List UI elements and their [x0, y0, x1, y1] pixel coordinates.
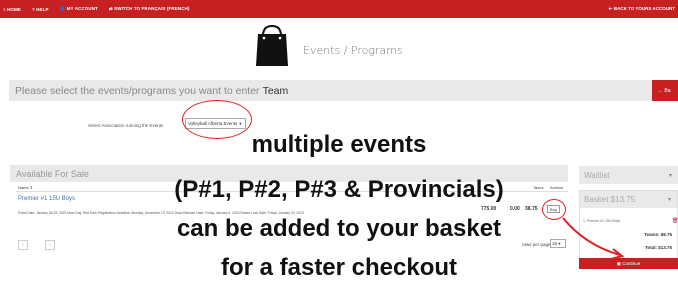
selection-prompt-text: Please select the events/programs you wa… [15, 84, 260, 97]
association-select-value: Volleyball Alberta Events [188, 121, 238, 126]
buy-button[interactable]: Buy [547, 205, 560, 213]
continue-button[interactable]: ▣ Continue [579, 258, 678, 269]
event-dates-text: Event Date: January 28-29, 2023 Main Day… [18, 211, 304, 215]
selection-prompt-band: Please select the events/programs you wa… [9, 80, 678, 101]
chevron-down-icon: ▾ [667, 197, 671, 203]
column-header-name[interactable]: Name ⇕ [18, 185, 33, 190]
chevron-down-icon: ▾ [239, 120, 242, 126]
header-divider [16, 191, 568, 192]
sale-panel-heading: Available For Sale [10, 165, 568, 182]
available-for-sale-panel: Available For Sale Name ⇕ Taxes Actions … [10, 165, 568, 265]
page-root: ≡ HOME ? HELP 👤 MY ACCOUNT ⇄ SWITCH TO F… [0, 0, 678, 281]
shopping-bag-icon [256, 24, 288, 66]
basket-teams-amount: Teams: $8.75 [644, 232, 672, 237]
top-nav-bar: ≡ HOME ? HELP 👤 MY ACCOUNT ⇄ SWITCH TO F… [0, 0, 678, 18]
column-header-taxes: Taxes [533, 185, 544, 190]
association-label: Select Association running the Events [88, 123, 164, 128]
chevron-down-icon: ▾ [668, 172, 672, 179]
basket-heading-text: Basket $13.75 [584, 195, 636, 204]
pagination-next-button[interactable]: › [45, 240, 55, 250]
page-title: Events / Programs [303, 44, 403, 57]
selection-team-text: Team [262, 84, 289, 97]
nav-help-link[interactable]: ? HELP [32, 7, 49, 12]
top-nav-links: ≡ HOME ? HELP 👤 MY ACCOUNT ⇄ SWITCH TO F… [3, 6, 190, 12]
waitlist-panel-heading[interactable]: Waitlist ▾ [579, 166, 678, 184]
back-button[interactable]: ← Ba [652, 80, 678, 101]
waitlist-heading-text: Waitlist [584, 170, 610, 180]
association-select[interactable]: Volleyball Alberta Events ▾ [185, 118, 246, 129]
nav-home-link[interactable]: ≡ HOME [3, 7, 21, 12]
column-header-actions: Actions [550, 185, 564, 190]
event-fee: 0.00 [510, 206, 520, 212]
nav-back-link[interactable]: ⇤ BACK TO YOURS ACCOUNT [609, 6, 675, 12]
basket-heading[interactable]: Basket $13.75 ▾ [580, 191, 677, 208]
pagination-prev-button[interactable]: ‹ [18, 240, 28, 250]
event-taxes-value: 38.75 [525, 206, 538, 212]
basket-panel: Basket $13.75 ▾ 1. Premier #1 15U Boys 🗑… [579, 190, 678, 262]
trash-icon[interactable]: 🗑 [672, 218, 678, 224]
nav-french-link[interactable]: ⇄ SWITCH TO FRANÇAIS (FRENCH) [109, 6, 190, 12]
nav-account-link[interactable]: 👤 MY ACCOUNT [60, 6, 98, 12]
basket-total-amount: Total: $13.75 [645, 245, 672, 250]
rows-per-page-label: rows per page [522, 242, 551, 247]
basket-item: 1. Premier #1 15U Boys [583, 219, 621, 223]
event-title-link[interactable]: Premier #1 15U Boys [18, 196, 75, 202]
annotation-line-1: multiple events [251, 131, 427, 158]
rows-per-page-select[interactable]: 15 ▾ [550, 239, 566, 248]
event-price: 775.00 [481, 206, 497, 212]
